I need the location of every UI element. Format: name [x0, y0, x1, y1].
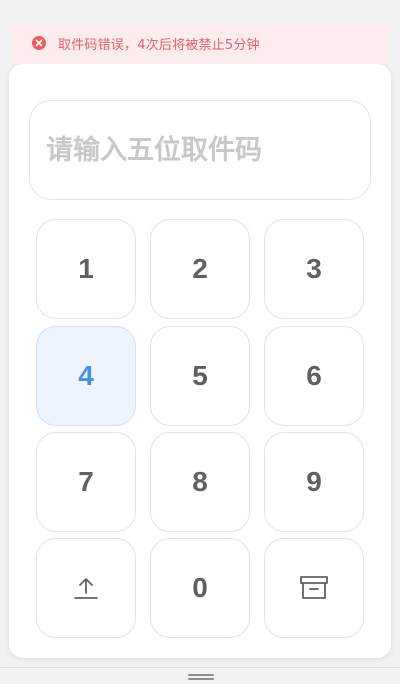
archive-button[interactable]	[264, 538, 364, 638]
bottom-bar	[0, 667, 400, 684]
key-9[interactable]: 9	[264, 432, 364, 532]
archive-box-icon	[299, 575, 329, 601]
key-8[interactable]: 8	[150, 432, 250, 532]
key-2[interactable]: 2	[150, 219, 250, 319]
error-alert-message: 取件码错误，4次后将被禁止5分钟	[58, 37, 260, 53]
key-6[interactable]: 6	[264, 326, 364, 426]
upload-button[interactable]	[36, 538, 136, 638]
error-alert: 取件码错误，4次后将被禁止5分钟	[10, 22, 390, 64]
key-4[interactable]: 4	[36, 326, 136, 426]
upload-icon	[73, 575, 99, 601]
pickup-code-input[interactable]	[29, 100, 371, 200]
key-7[interactable]: 7	[36, 432, 136, 532]
key-3[interactable]: 3	[264, 219, 364, 319]
key-1[interactable]: 1	[36, 219, 136, 319]
keypad-card: 1 2 3 4 5 6 7 8 9 0	[9, 64, 391, 658]
error-circle-icon	[32, 36, 46, 50]
key-0[interactable]: 0	[150, 538, 250, 638]
pickup-code-page: 取件码错误，4次后将被禁止5分钟 1 2 3 4 5 6 7 8 9 0	[0, 0, 400, 684]
key-5[interactable]: 5	[150, 326, 250, 426]
drag-handle-icon[interactable]	[188, 674, 214, 680]
